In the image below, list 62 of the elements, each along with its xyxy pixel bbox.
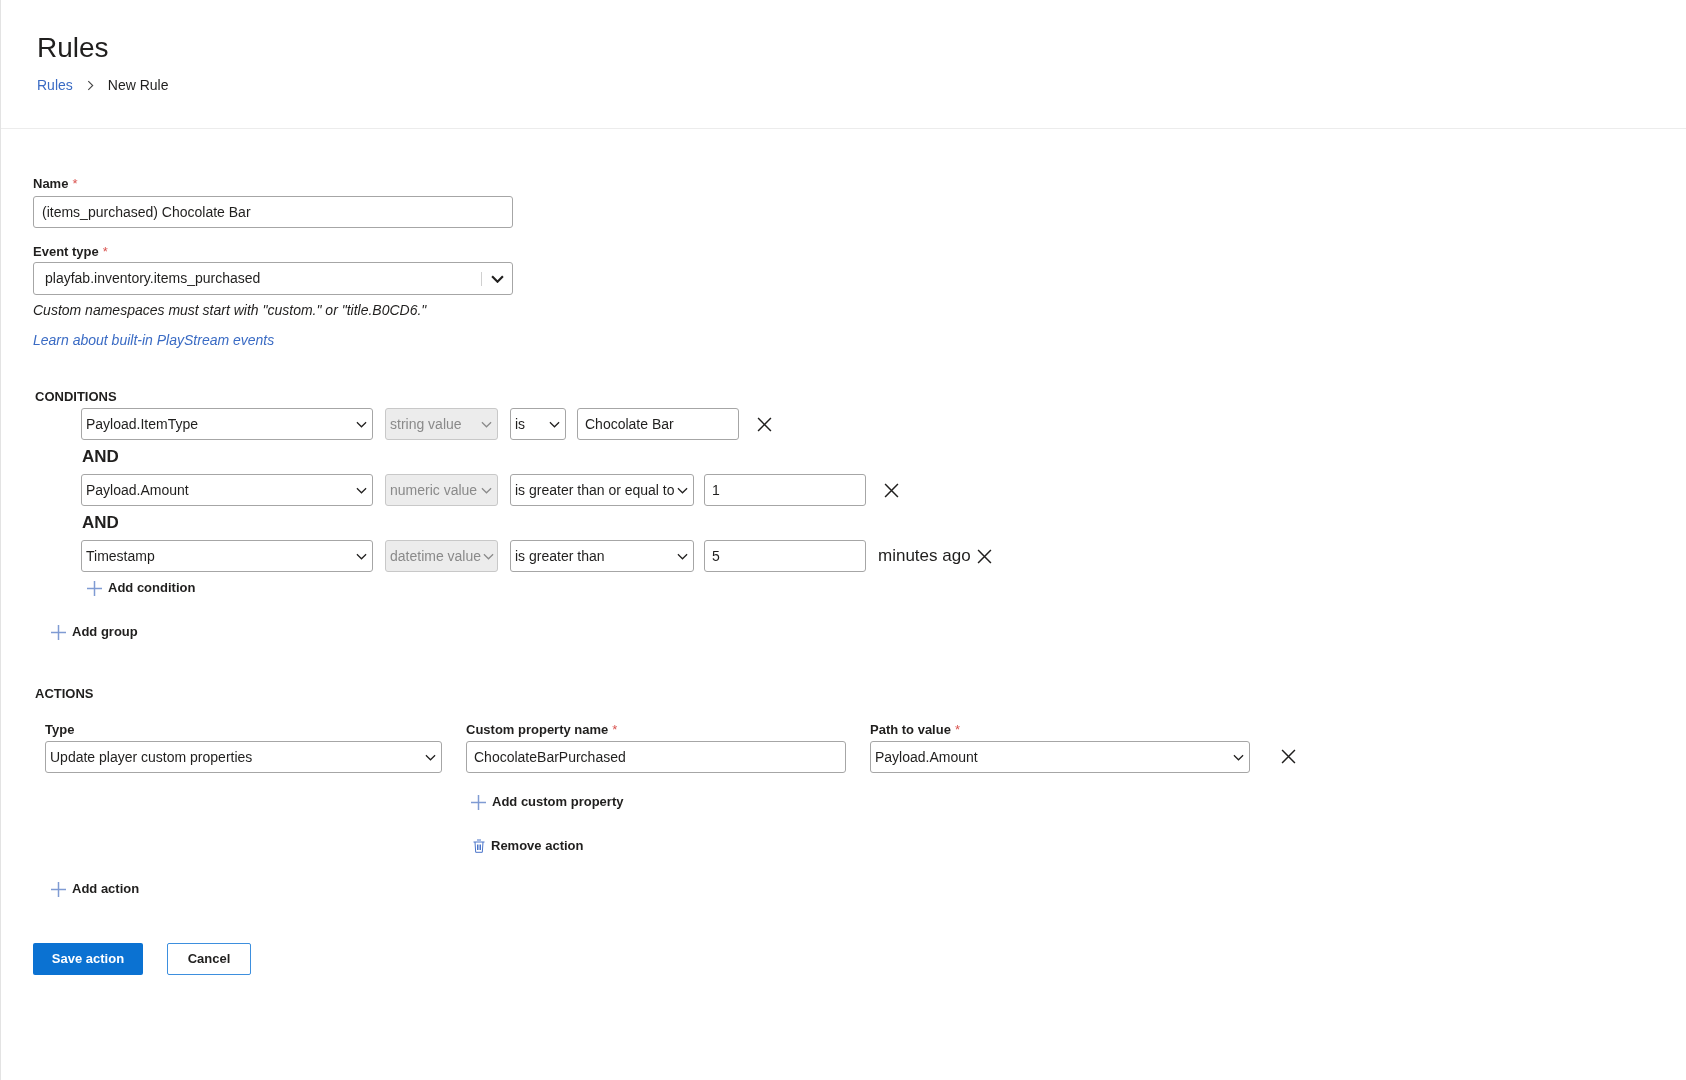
field-dropdown[interactable]: Payload.Amount bbox=[81, 474, 373, 506]
add-custom-property-button[interactable]: Add custom property bbox=[471, 790, 624, 814]
chevron-down-icon bbox=[491, 274, 504, 283]
close-icon[interactable] bbox=[976, 548, 992, 564]
add-condition-button[interactable]: Add condition bbox=[87, 576, 196, 600]
chevron-down-icon bbox=[483, 552, 495, 560]
chevron-down-icon bbox=[356, 486, 367, 494]
required-mark: * bbox=[72, 175, 78, 193]
field-label: Name bbox=[33, 175, 69, 193]
value-input[interactable]: 1 bbox=[704, 474, 866, 506]
required-mark: * bbox=[102, 243, 108, 261]
plus-icon bbox=[51, 624, 66, 640]
trash-icon bbox=[473, 839, 485, 853]
chevron-down-icon bbox=[425, 753, 436, 761]
chevron-down-icon bbox=[356, 552, 367, 560]
property-name-input[interactable]: ChocolateBarPurchased bbox=[466, 741, 846, 773]
chevron-down-icon bbox=[677, 552, 688, 560]
path-dropdown[interactable]: Payload.Amount bbox=[870, 741, 1250, 773]
section-heading: ACTIONS bbox=[35, 685, 94, 703]
save-button[interactable]: Save action bbox=[33, 943, 143, 975]
chevron-down-icon bbox=[1233, 753, 1244, 761]
help-link[interactable]: Learn about built-in PlayStream events bbox=[33, 330, 275, 350]
plus-icon bbox=[51, 881, 66, 897]
and-label: AND bbox=[82, 512, 119, 534]
close-icon[interactable] bbox=[884, 482, 899, 498]
chevron-down-icon bbox=[481, 420, 492, 428]
operator-dropdown[interactable]: is greater than or equal to bbox=[510, 474, 694, 506]
event-type-dropdown[interactable]: playfab.inventory.items_purchased bbox=[33, 262, 513, 295]
required-mark: * bbox=[612, 721, 618, 739]
plus-icon bbox=[471, 794, 486, 810]
section-heading: CONDITIONS bbox=[35, 388, 117, 406]
operator-dropdown[interactable]: is bbox=[510, 408, 566, 440]
field-label: Custom property name bbox=[466, 721, 609, 739]
field-dropdown[interactable]: Timestamp bbox=[81, 540, 373, 572]
chevron-down-icon bbox=[677, 486, 688, 494]
hint-text: Custom namespaces must start with "custom." or "title.B0CD6." bbox=[33, 301, 427, 320]
chevron-down-icon bbox=[356, 420, 367, 428]
unit-label: minutes ago bbox=[878, 545, 971, 568]
close-icon[interactable] bbox=[1281, 749, 1296, 764]
cancel-button[interactable]: Cancel bbox=[167, 943, 251, 975]
breadcrumb-link[interactable]: Rules bbox=[37, 74, 73, 96]
field-dropdown[interactable]: Payload.ItemType bbox=[81, 408, 373, 440]
add-group-button[interactable]: Add group bbox=[51, 620, 138, 644]
operator-dropdown[interactable]: is greater than bbox=[510, 540, 694, 572]
close-icon[interactable] bbox=[757, 416, 772, 432]
remove-action-button[interactable]: Remove action bbox=[473, 834, 584, 858]
add-action-button[interactable]: Add action bbox=[51, 877, 140, 901]
and-label: AND bbox=[82, 446, 119, 468]
field-label: Event type bbox=[33, 243, 99, 261]
value-input[interactable]: Chocolate Bar bbox=[577, 408, 739, 440]
chevron-down-icon bbox=[481, 486, 492, 494]
action-type-dropdown[interactable]: Update player custom properties bbox=[45, 741, 442, 773]
value-input[interactable]: 5 bbox=[704, 540, 866, 572]
chevron-right-icon bbox=[86, 79, 94, 91]
name-input[interactable]: (items_purchased) Chocolate Bar bbox=[33, 196, 513, 228]
field-label: Type bbox=[45, 721, 75, 739]
chevron-down-icon bbox=[549, 420, 560, 428]
required-mark: * bbox=[954, 721, 960, 739]
page-title: Rules bbox=[37, 31, 109, 65]
plus-icon bbox=[87, 580, 102, 596]
breadcrumb-current: New Rule bbox=[107, 75, 169, 95]
field-label: Path to value bbox=[870, 721, 951, 739]
